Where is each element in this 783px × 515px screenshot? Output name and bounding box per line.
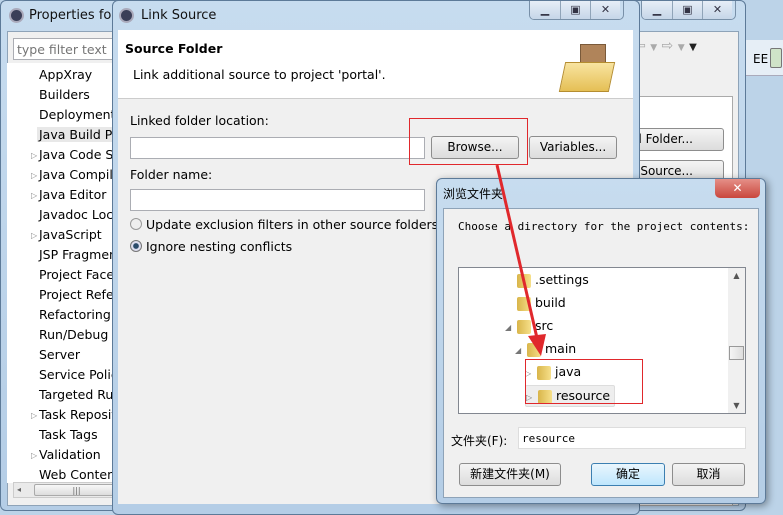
- annotation-arrow: [495, 164, 546, 356]
